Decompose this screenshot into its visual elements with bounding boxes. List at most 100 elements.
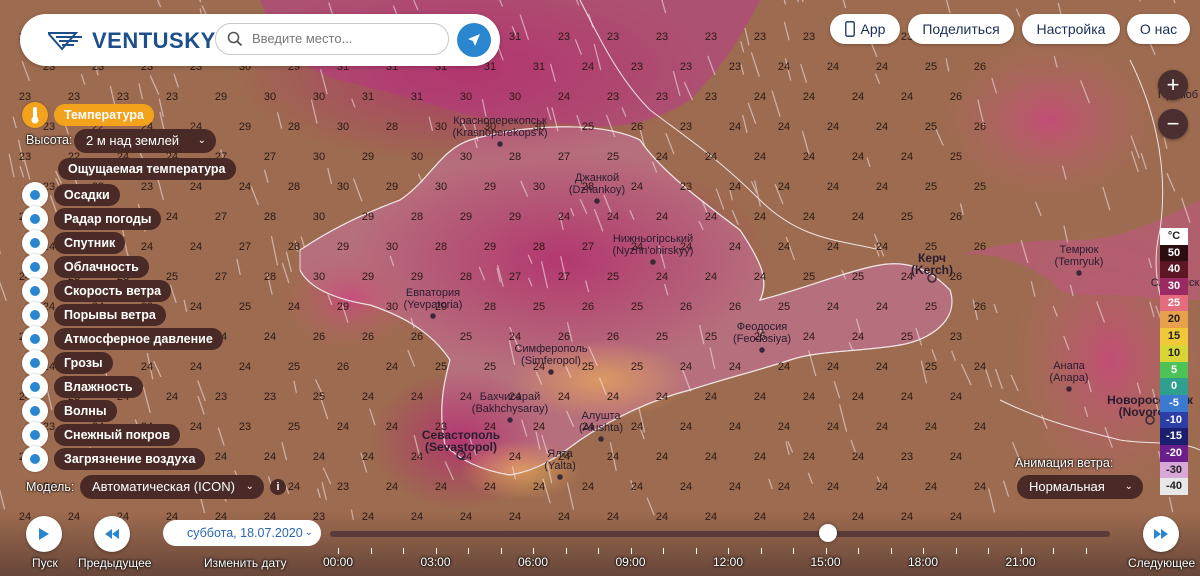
city-name[interactable]: Анапа [1053,360,1085,372]
date-select[interactable]: суббота, 18.07.2020 ⌄ [163,520,321,546]
temperature-value: 25 [533,301,545,313]
city-marker[interactable] [594,198,600,204]
geolocate-button[interactable] [457,23,491,57]
next-button[interactable] [1143,516,1179,552]
location-arrow-icon [468,34,480,46]
city-marker[interactable] [1066,386,1072,392]
temperature-value: 24 [680,481,692,493]
city-name[interactable]: Евпатория [406,287,460,299]
layer-feels-like[interactable]: Ощущаемая температура [58,158,236,180]
temperature-value: 23 [754,31,766,43]
temperature-value: 24 [729,421,741,433]
app-button[interactable]: App [830,14,900,44]
city-marker[interactable] [759,347,765,353]
layer-item[interactable]: Радар погоды [22,206,162,232]
zoom-in-button[interactable]: + [1158,70,1188,100]
timeline-hour-label[interactable]: 12:00 [713,555,743,569]
chevron-down-icon: ⌄ [245,481,254,492]
model-select[interactable]: Автоматическая (ICON) ⌄ [80,475,264,499]
timeline-hour-label[interactable]: 21:00 [1005,555,1035,569]
city-name[interactable]: Феодосия [737,321,788,333]
temperature-value: 24 [974,361,986,373]
temperature-value: 25 [803,271,815,283]
timeline-tick [533,548,534,554]
height-label: Высота: [26,133,73,147]
timeline-hour-label[interactable]: 06:00 [518,555,548,569]
city-name[interactable]: Нижньогірський [613,233,693,245]
temperature-value: 24 [754,211,766,223]
city-marker[interactable] [548,369,554,375]
city-name[interactable]: Бахчисарай [480,391,540,403]
timeline-hour-label[interactable]: 00:00 [323,555,353,569]
timeline-tick [1085,548,1087,554]
layer-item[interactable]: Спутник [22,230,126,256]
city-marker[interactable] [507,417,513,423]
zoom-out-button[interactable]: − [1158,109,1188,139]
temperature-value: 24 [190,361,202,373]
temperature-value: 30 [460,91,472,103]
ventusky-logo[interactable]: VENTUSKY [48,28,216,54]
layer-item[interactable]: Атмосферное давление [22,326,223,352]
timeline-hour-label[interactable]: 09:00 [615,555,645,569]
city-name[interactable]: Симферополь [514,343,587,355]
city-name-latin: (Simferopol) [521,355,581,367]
layer-item[interactable]: Облачность [22,254,149,280]
temperature-value: 24 [925,421,937,433]
layer-item[interactable]: Волны [22,398,117,424]
wind-animation-select[interactable]: Нормальная ⌄ [1017,475,1143,499]
city-marker[interactable] [557,474,563,480]
city-name[interactable]: Красноперекопськ [453,115,547,127]
timeline-hour-label[interactable]: 15:00 [810,555,840,569]
city-name-latin: (Yalta) [544,460,576,472]
settings-button[interactable]: Настройка [1022,14,1120,44]
city-marker[interactable] [497,141,503,147]
temperature-value: 24 [778,181,790,193]
city-name[interactable]: Джанкой [575,172,619,184]
temperature-value: 24 [656,451,668,463]
city-name[interactable]: Темрюк [1060,244,1099,256]
temperature-value: 25 [925,121,937,133]
about-button[interactable]: О нас [1127,14,1190,44]
city-marker[interactable] [650,259,656,265]
timeline-hour-label[interactable]: 18:00 [908,555,938,569]
temperature-value: 24 [827,421,839,433]
search-box[interactable] [215,23,449,55]
timeline-hour-label[interactable]: 03:00 [420,555,450,569]
timeline-handle[interactable] [819,524,837,542]
city-marker[interactable] [1076,270,1082,276]
temperature-value: 29 [239,121,251,133]
temperature-value: 24 [215,451,227,463]
layer-item[interactable]: Скорость ветра [22,278,172,304]
temperature-value: 26 [362,331,374,343]
search-input[interactable] [250,30,444,47]
city-name[interactable]: Ялта [547,448,573,460]
info-icon[interactable]: i [270,479,286,495]
play-button[interactable] [26,516,62,552]
city-marker[interactable] [598,436,604,442]
layer-item[interactable]: Снежный покров [22,422,181,448]
temperature-value: 24 [386,361,398,373]
height-select[interactable]: 2 м над землей ⌄ [74,129,216,153]
previous-button[interactable] [94,516,130,552]
layer-temperature[interactable]: Температура [22,102,154,128]
temperature-value: 24 [950,391,962,403]
city-name[interactable]: Алушта [581,410,621,422]
temperature-value: 24 [705,451,717,463]
layer-item[interactable]: Загрязнение воздуха [22,446,206,472]
layer-item[interactable]: Влажность [22,374,143,400]
temperature-value: 29 [362,271,374,283]
layer-item[interactable]: Грозы [22,350,113,376]
temperature-value: 25 [901,331,913,343]
temperature-value: 24 [166,391,178,403]
temperature-value: 25 [925,181,937,193]
layer-item[interactable]: Осадки [22,182,120,208]
temperature-value: 30 [337,121,349,133]
timeline-track[interactable] [330,531,1110,537]
chevron-down-icon: ⌄ [1124,481,1133,492]
city-marker[interactable] [430,313,436,319]
temperature-value: 24 [631,181,643,193]
layer-item[interactable]: Порывы ветра [22,302,166,328]
share-button[interactable]: Поделиться [908,14,1014,44]
temperature-value: 23 [264,391,276,403]
temperature-value: 24 [607,211,619,223]
